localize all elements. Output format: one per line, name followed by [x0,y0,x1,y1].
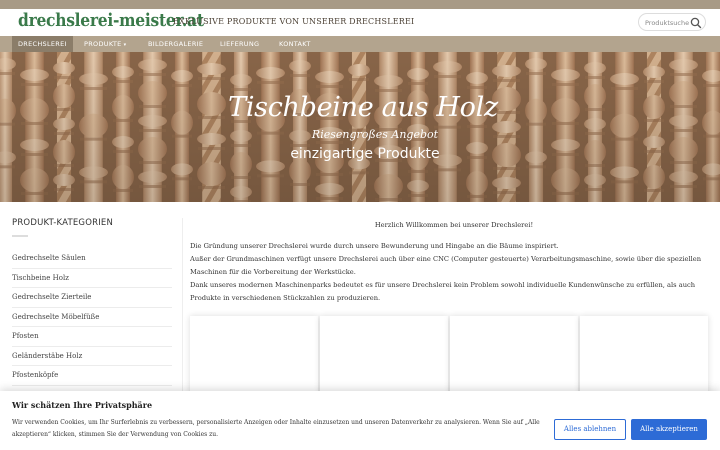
main-content: Herzlich Willkommen bei unserer Drechsle… [190,219,708,305]
nav-item-lieferung[interactable]: LIEFERUNG [214,36,265,52]
sidebar-item-gedrechselte-saeulen[interactable]: Gedrechselte Säulen [12,249,172,269]
cookie-text: Wir verwenden Cookies, um Ihr Surferlebn… [12,419,540,438]
hero-title: Tischbeine aus Holz [228,92,498,123]
search-box [638,13,706,31]
sidebar-categories: PRODUKT-KATEGORIEN Gedrechselte Säulen T… [12,218,172,405]
intro-paragraph-1: Die Gründung unserer Drechslerei wurde d… [190,242,559,250]
site-header: drechslerei-meister.at EXKLUSIVE PRODUKT… [0,9,720,36]
welcome-heading: Herzlich Willkommen bei unserer Drechsle… [374,221,534,229]
sidebar-item-gedrechselte-moebelfuesse[interactable]: Gedrechselte Möbelfüße [12,308,172,327]
intro-paragraph-3: Dank unseres modernen Maschinenparks bed… [190,281,696,302]
sidebar-item-pfostenkoepfe[interactable]: Pfostenköpfe [12,366,172,386]
search-input[interactable] [645,16,689,29]
nav-item-bildergalerie[interactable]: BILDERGALERIE [142,36,209,52]
cookie-title: Wir schätzen Ihre Privatsphäre [12,400,153,410]
sidebar-item-gedrechselte-zierteile[interactable]: Gedrechselte Zierteile [12,288,172,308]
site-tagline: EXKLUSIVE PRODUKTE VON UNSERER DRECHSLER… [173,17,415,26]
intro-paragraph-2: Außer der Grundmaschinen verfügt unsere … [190,255,702,276]
decline-all-button[interactable]: Alles ablehnen [554,419,626,440]
cookie-banner: Wir schätzen Ihre Privatsphäre Wir verwe… [0,391,720,450]
sidebar-title: PRODUKT-KATEGORIEN [12,218,114,228]
hero-tagline: einzigartige Produkte [290,146,440,162]
nav-item-kontakt[interactable]: KONTAKT [273,36,317,52]
hero-image-turned-wood [0,52,720,202]
hero-subtitle: Riesengroßes Angebot [311,128,439,141]
nav-item-drechslerei[interactable]: DRECHSLEREI [12,36,73,52]
sidebar-title-underline [12,235,28,237]
accept-all-button[interactable]: Alle akzeptieren [631,419,707,440]
hero-banner: Tischbeine aus Holz Riesengroßes Angebot… [0,52,720,202]
sidebar-item-tischbeine-holz[interactable]: Tischbeine Holz [12,269,172,288]
main-nav: DRECHSLEREI PRODUKTE ▾ BILDERGALERIE LIEF… [0,36,720,52]
sidebar-item-pfosten[interactable]: Pfosten [12,327,172,347]
nav-item-produkte[interactable]: PRODUKTE ▾ [78,36,132,52]
chevron-down-icon: ▾ [123,42,127,48]
sidebar-item-gelaenderstaebe-holz[interactable]: Geländerstäbe Holz [12,347,172,366]
top-strip [0,0,720,9]
search-icon[interactable] [689,15,703,29]
